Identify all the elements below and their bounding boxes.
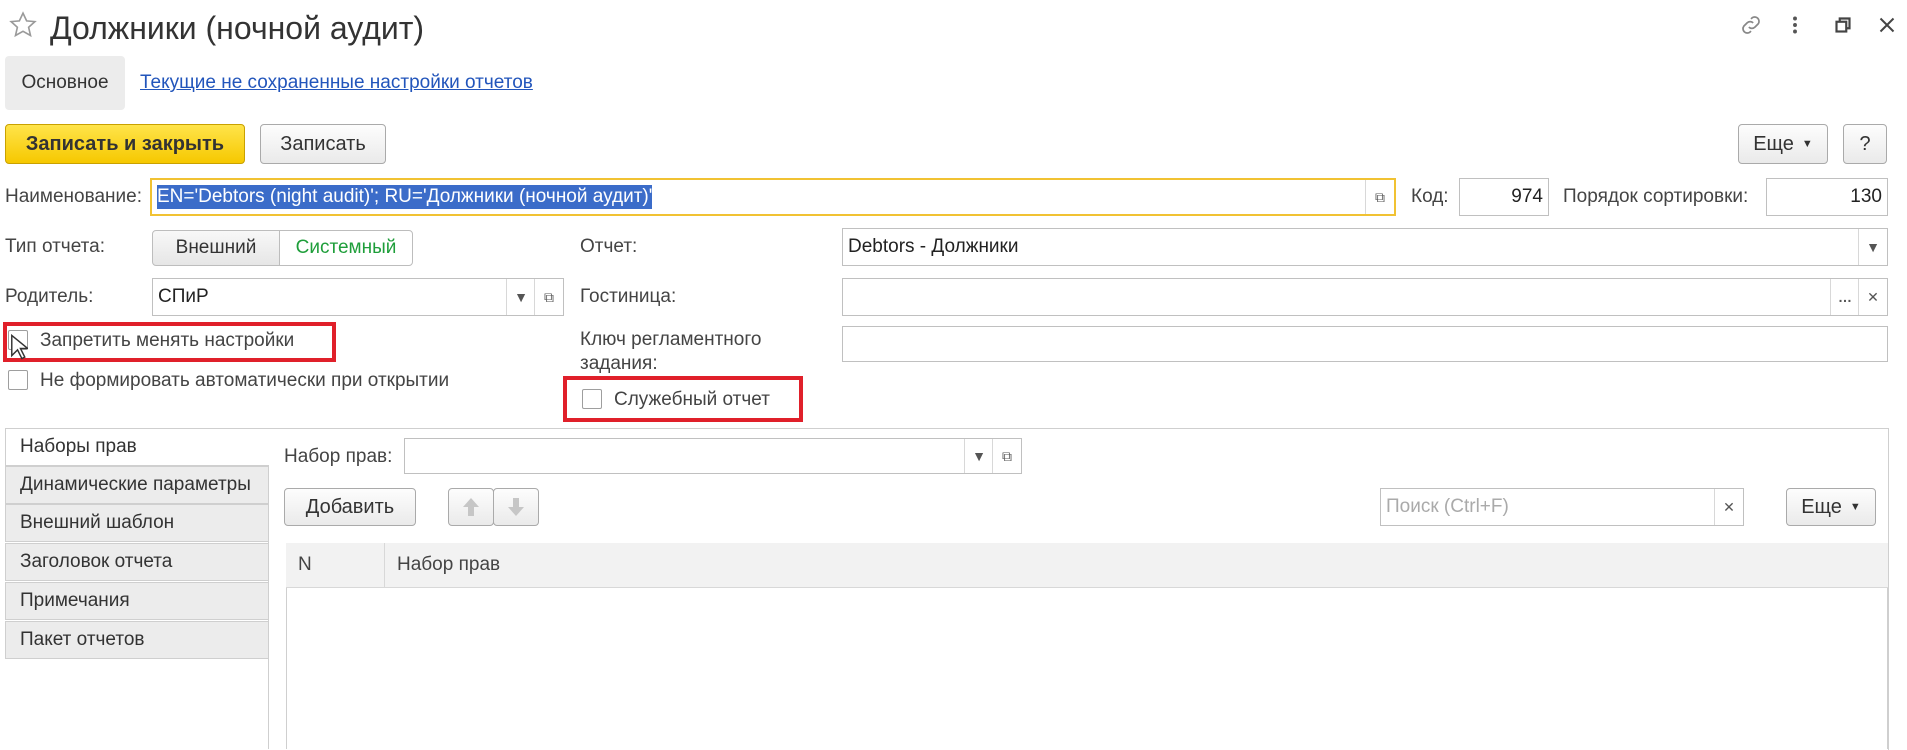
grid-more-label: Еще [1801, 495, 1842, 518]
restore-window-icon[interactable] [1830, 12, 1856, 38]
rights-set-label: Набор прав: [284, 446, 393, 467]
report-label: Отчет: [580, 236, 638, 257]
code-value: 974 [1511, 186, 1543, 207]
tab-external-template[interactable]: Внешний шаблон [5, 504, 269, 542]
key-label: Ключ регламентного задания: [580, 328, 761, 376]
report-type-label: Тип отчета: [5, 236, 105, 257]
sort-value: 130 [1850, 186, 1882, 207]
tab-report-header[interactable]: Заголовок отчета [5, 543, 269, 581]
sort-label: Порядок сортировки: [1563, 186, 1749, 207]
code-label: Код: [1411, 186, 1449, 207]
forbid-settings-label: Запретить менять настройки [40, 330, 295, 351]
sort-order-field[interactable]: 130 [1766, 178, 1888, 216]
report-value: Debtors - Должники [848, 236, 1019, 257]
search-input[interactable]: Поиск (Ctrl+F) ✕ [1380, 488, 1744, 526]
chevron-down-icon[interactable]: ▼ [1858, 229, 1887, 265]
open-icon[interactable]: ⧉ [534, 279, 563, 315]
hotel-field[interactable]: … ✕ [842, 278, 1888, 316]
parent-field[interactable]: СПиР ▼ ⧉ [152, 278, 564, 316]
code-field[interactable]: 974 [1459, 178, 1549, 216]
service-report-checkbox[interactable] [582, 389, 602, 409]
tab-notes[interactable]: Примечания [5, 582, 269, 620]
more-button[interactable]: Еще ▼ [1738, 124, 1828, 164]
parent-label: Родитель: [5, 286, 94, 307]
tab-rights-sets[interactable]: Наборы прав [5, 428, 269, 466]
clear-search-icon[interactable]: ✕ [1714, 489, 1743, 525]
key-label-line2: задания: [580, 353, 658, 374]
ellipsis-icon[interactable]: … [1830, 279, 1859, 315]
cursor-icon [11, 334, 28, 360]
hotel-label: Гостиница: [580, 286, 677, 307]
save-button[interactable]: Записать [260, 124, 386, 164]
more-label: Еще [1753, 132, 1794, 155]
tab-main[interactable]: Основное [5, 56, 125, 110]
help-button[interactable]: ? [1843, 124, 1887, 164]
column-header-rights-set[interactable]: Набор прав [384, 543, 500, 587]
arrow-up-icon [463, 498, 479, 516]
name-label: Наименование: [5, 186, 142, 207]
search-placeholder: Поиск (Ctrl+F) [1386, 496, 1509, 517]
chevron-down-icon[interactable]: ▼ [506, 279, 535, 315]
chevron-down-icon: ▼ [1849, 501, 1861, 513]
rights-set-field[interactable]: ▼ ⧉ [404, 438, 1022, 474]
tabs-divider [268, 466, 269, 749]
close-icon[interactable] [1874, 12, 1900, 38]
link-icon[interactable] [1738, 12, 1764, 38]
parent-value: СПиР [158, 286, 209, 307]
page-title: Должники (ночной аудит) [50, 10, 425, 46]
save-close-button[interactable]: Записать и закрыть [5, 124, 245, 164]
name-value: EN='Debtors (night audit)'; RU='Должники… [157, 185, 653, 209]
type-external-button[interactable]: Внешний [152, 230, 280, 266]
type-system-button[interactable]: Системный [279, 230, 413, 266]
more-vertical-icon[interactable] [1782, 12, 1808, 38]
unsaved-settings-link[interactable]: Текущие не сохраненные настройки отчетов [140, 72, 533, 94]
move-down-button[interactable] [493, 488, 539, 526]
tab-dynamic-params[interactable]: Динамические параметры [5, 466, 269, 504]
name-field[interactable]: EN='Debtors (night audit)'; RU='Должники… [150, 178, 1396, 216]
key-field[interactable] [842, 326, 1888, 362]
tab-report-package[interactable]: Пакет отчетов [5, 621, 269, 659]
grid-header: N Набор прав [286, 543, 1888, 588]
clear-icon[interactable]: ✕ [1858, 279, 1887, 315]
chevron-down-icon[interactable]: ▼ [964, 439, 993, 473]
column-header-n[interactable]: N [298, 543, 312, 587]
chevron-down-icon: ▼ [1801, 138, 1813, 150]
add-button[interactable]: Добавить [284, 488, 416, 526]
move-up-button[interactable] [448, 488, 494, 526]
no-auto-form-checkbox[interactable] [8, 370, 28, 390]
key-label-line1: Ключ регламентного [580, 329, 762, 350]
grid-more-button[interactable]: Еще ▼ [1786, 488, 1876, 526]
service-report-label: Служебный отчет [614, 389, 770, 410]
open-icon[interactable]: ⧉ [1365, 180, 1394, 214]
no-auto-form-label: Не формировать автоматически при открыти… [40, 370, 450, 391]
arrow-down-icon [508, 498, 524, 516]
report-select[interactable]: Debtors - Должники ▼ [842, 228, 1888, 266]
open-icon[interactable]: ⧉ [992, 439, 1021, 473]
star-icon[interactable] [8, 10, 38, 40]
